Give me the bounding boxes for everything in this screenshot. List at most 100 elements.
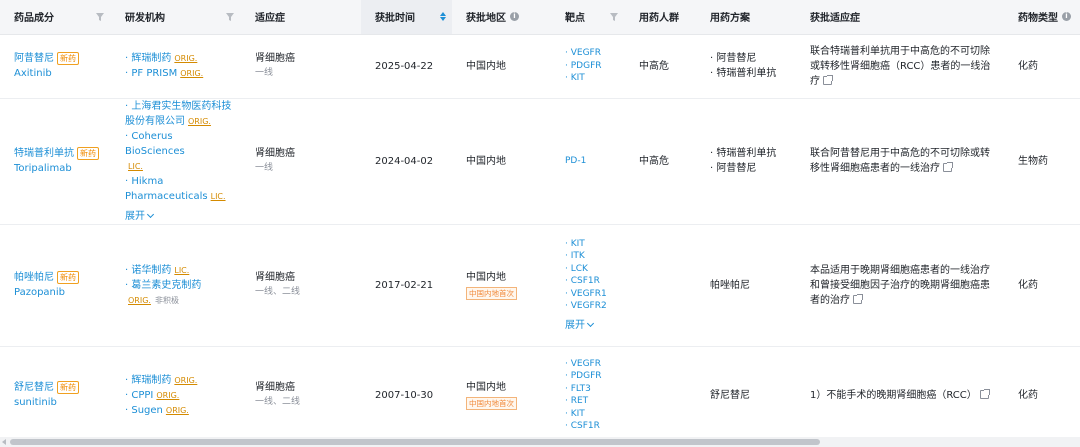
table-row: 舒尼替尼 新药 sunitinib · 辉瑞制药 ORIG. · CPPI ORIG.… [0, 346, 1080, 445]
info-icon[interactable]: i [510, 12, 519, 22]
target-item[interactable]: · CSF1R [565, 420, 619, 433]
target-item[interactable]: · VEGFR [565, 47, 619, 60]
column-header-target[interactable]: 靶点 [551, 0, 625, 35]
org-item[interactable]: · 上海君实生物医药科技股份有限公司 ORIG. [125, 99, 235, 129]
indication-line: 一线、二线 [255, 397, 301, 407]
target-item[interactable]: · KIT [565, 72, 619, 85]
external-link-icon[interactable] [943, 162, 953, 172]
cell-approved-indication: 1）不能手术的晚期肾细胞癌（RCC） [796, 346, 1004, 445]
column-header-region[interactable]: 获批地区 i [452, 0, 551, 35]
target-item[interactable]: · LCK [565, 263, 619, 276]
drug-english-name[interactable]: Axitinib [14, 66, 105, 81]
target-item[interactable]: · KIT [565, 408, 619, 421]
org-tag[interactable]: ORIG. [174, 376, 197, 385]
regimen-item: · 特瑞普利单抗 [710, 148, 777, 159]
drug-name-link[interactable]: 阿昔替尼 [14, 51, 54, 66]
target-item[interactable]: PD-1 [565, 155, 619, 168]
column-header-drug[interactable]: 药品成分 [0, 0, 111, 35]
org-item[interactable]: · 诺华制药 LIC. [125, 263, 235, 278]
scrollbar-thumb[interactable] [10, 439, 820, 445]
org-tag[interactable]: ORIG. [174, 54, 197, 63]
cell-date: 2007-10-30 [361, 346, 452, 445]
horizontal-scrollbar[interactable] [0, 437, 1080, 447]
external-link-icon[interactable] [979, 388, 990, 399]
org-tag[interactable]: ORIG. [156, 391, 179, 400]
target-item[interactable]: · VEGFR1 [565, 288, 619, 301]
drug-english-name[interactable]: Pazopanib [14, 285, 105, 300]
cell-drug: 阿昔替尼 新药 Axitinib [0, 34, 111, 99]
org-item[interactable]: · Hikma Pharmaceuticals LIC. [125, 174, 235, 204]
drug-name-link[interactable]: 帕唑帕尼 [14, 270, 54, 285]
column-header-indication[interactable]: 适应症 [241, 0, 361, 35]
target-item[interactable]: · VEGFR2 [565, 300, 619, 313]
target-item[interactable]: · PDGFR [565, 60, 619, 73]
external-link-icon[interactable] [823, 74, 833, 85]
org-item[interactable]: · 葛兰素史克制药 ORIG. 非积极 [125, 278, 235, 308]
column-header-approval-date[interactable]: 获批时间 [361, 0, 452, 35]
drug-name-link[interactable]: 特瑞普利单抗 [14, 146, 74, 161]
cell-date: 2025-04-22 [361, 34, 452, 99]
cell-drug: 帕唑帕尼 新药 Pazopanib [0, 224, 111, 347]
column-header-org[interactable]: 研发机构 [111, 0, 241, 35]
filter-icon[interactable] [225, 12, 235, 22]
table-header-row: 药品成分 研发机构 适应症 获批时间 获批地区 i 靶点 用药人群 用药方案 获批… [0, 0, 1080, 35]
target-item[interactable]: · CSF1R [565, 275, 619, 288]
target-item[interactable]: · FLT3 [565, 383, 619, 396]
indication-line: 一线 [255, 163, 274, 173]
org-item[interactable]: · 辉瑞制药 ORIG. [125, 51, 235, 66]
org-tag[interactable]: ORIG. [166, 406, 189, 415]
org-item[interactable]: · Coherus BioSciences LIC. [125, 129, 235, 174]
external-link-icon[interactable] [853, 293, 863, 304]
target-item[interactable]: · PDGFR [565, 370, 619, 383]
org-item[interactable]: · PF PRISM ORIG. [125, 66, 235, 81]
org-item[interactable]: · Sugen ORIG. [125, 403, 235, 418]
org-tag[interactable]: LIC. [211, 192, 226, 201]
expand-orgs-button[interactable]: 展开 [125, 209, 235, 224]
table-row: 阿昔替尼 新药 Axitinib · 辉瑞制药 ORIG. · PF PRISM OR… [0, 34, 1080, 99]
cell-org: · 辉瑞制药 ORIG. · CPPI ORIG. · Sugen ORIG. [111, 346, 241, 445]
org-item[interactable]: · CPPI ORIG. [125, 388, 235, 403]
org-tag[interactable]: LIC. [174, 266, 189, 275]
org-item[interactable]: · 辉瑞制药 ORIG. [125, 373, 235, 388]
scroll-left-arrow-icon[interactable] [2, 439, 6, 445]
new-drug-badge: 新药 [57, 381, 79, 394]
org-tag[interactable]: ORIG. [188, 117, 211, 126]
target-item[interactable]: · KIT [565, 238, 619, 251]
drug-approval-table-view: 药品成分 研发机构 适应症 获批时间 获批地区 i 靶点 用药人群 用药方案 获批… [0, 0, 1080, 447]
target-item[interactable]: · RET [565, 395, 619, 408]
region-first-badge: 中国内地首次 [466, 396, 517, 410]
cell-drug-type: 化药 [1004, 224, 1080, 347]
indication-text: 肾细胞癌 [255, 272, 295, 283]
cell-population: 中高危 [625, 34, 696, 99]
cell-drug-type: 化药 [1004, 346, 1080, 445]
info-icon[interactable]: i [1062, 12, 1071, 22]
cell-indication: 肾细胞癌 一线、二线 [241, 346, 361, 445]
cell-region: 中国内地 中国内地首次 [452, 224, 551, 347]
filter-icon[interactable] [95, 12, 105, 22]
new-drug-badge: 新药 [57, 271, 79, 284]
column-header-approved-indication[interactable]: 获批适应症 [796, 0, 1004, 35]
chevron-down-icon [586, 319, 595, 328]
drug-english-name[interactable]: sunitinib [14, 395, 105, 410]
column-header-regimen[interactable]: 用药方案 [696, 0, 796, 35]
filter-icon[interactable] [609, 12, 619, 22]
org-tag[interactable]: ORIG. [180, 69, 203, 78]
cell-drug: 特瑞普利单抗 新药 Toripalimab [0, 98, 111, 225]
regimen-item: · 阿昔替尼 [710, 163, 757, 174]
cell-target: PD-1 [551, 98, 625, 225]
cell-regimen: · 特瑞普利单抗 · 阿昔替尼 [696, 98, 796, 225]
column-header-drug-type[interactable]: 药物类型 i [1004, 0, 1080, 35]
indication-text: 肾细胞癌 [255, 382, 295, 393]
regimen-item: · 特瑞普利单抗 [710, 68, 777, 79]
column-header-population[interactable]: 用药人群 [625, 0, 696, 35]
drug-name-link[interactable]: 舒尼替尼 [14, 380, 54, 395]
org-tag[interactable]: ORIG. [128, 296, 151, 305]
cell-region: 中国内地 [452, 98, 551, 225]
sort-icon[interactable] [440, 12, 446, 22]
org-tag[interactable]: LIC. [128, 162, 143, 171]
drug-english-name[interactable]: Toripalimab [14, 161, 105, 176]
region-text: 中国内地 [466, 155, 506, 167]
expand-targets-button[interactable]: 展开 [565, 318, 619, 333]
target-item[interactable]: · VEGFR [565, 358, 619, 371]
target-item[interactable]: · ITK [565, 250, 619, 263]
